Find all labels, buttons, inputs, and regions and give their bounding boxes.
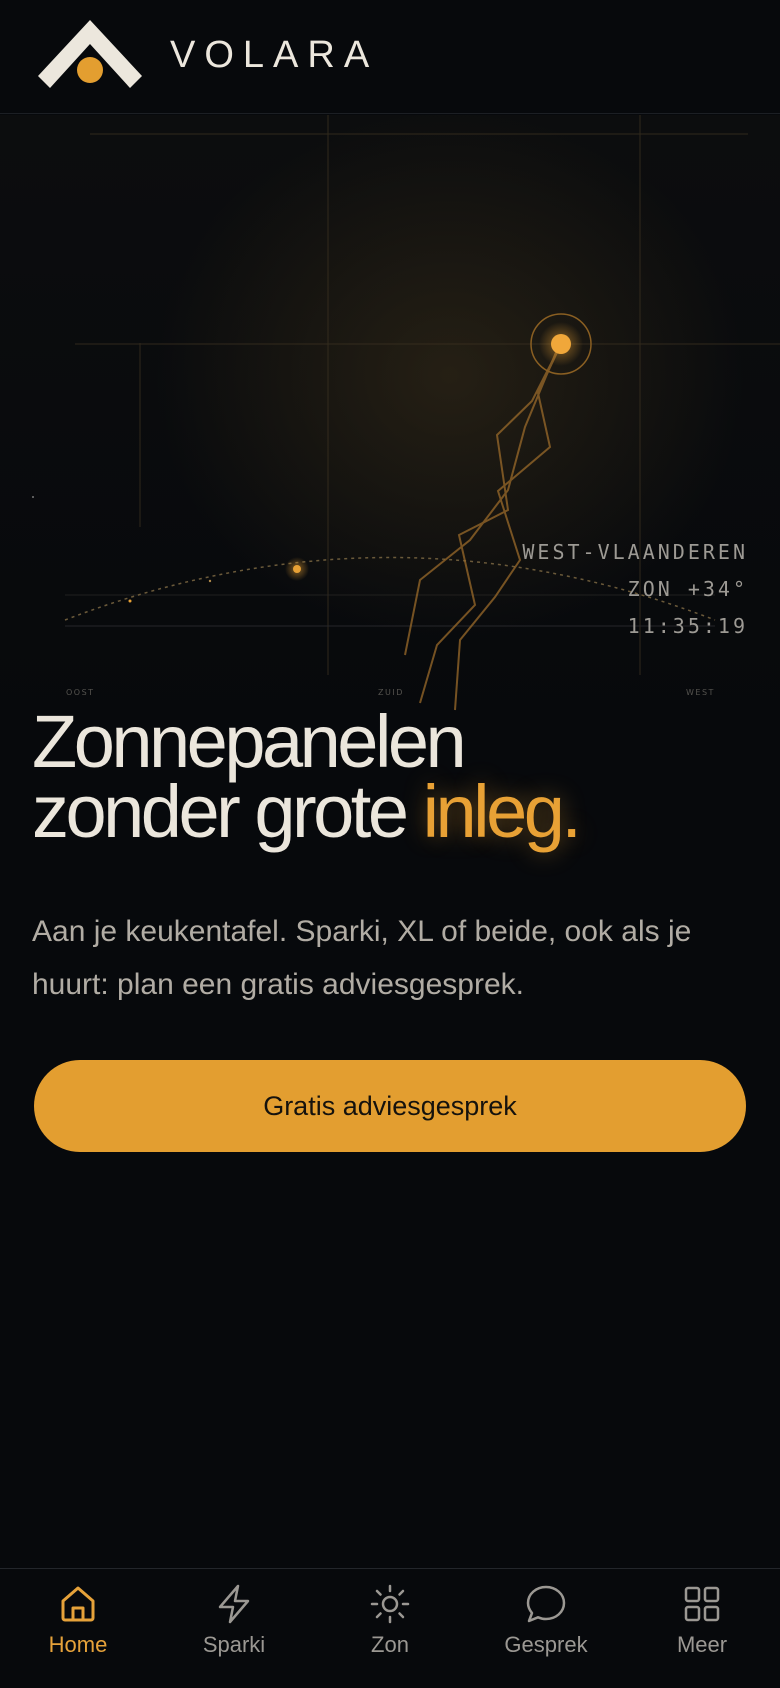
lightning-icon <box>218 1584 250 1624</box>
nav-label-sparki: Sparki <box>202 1632 266 1657</box>
cta-consultation-button[interactable]: Gratis adviesgesprek <box>34 1060 746 1152</box>
nav-item-home[interactable]: Home <box>0 1569 156 1688</box>
volara-logo-icon[interactable] <box>38 20 142 92</box>
hero-section: WEST-VLAANDEREN ZON +34° 11:35:19 OOST Z… <box>0 115 780 1568</box>
nav-label-home: Home <box>48 1632 108 1657</box>
grid-icon <box>684 1586 720 1622</box>
axis-label-east: OOST <box>66 688 95 697</box>
nav-label-meer: Meer <box>676 1632 728 1657</box>
app-screen: VOLARA WEST-VLAANDEREN ZON +34° 11:35:19… <box>0 0 780 1688</box>
bottom-nav: Home Sparki Zon Gesprek Meer <box>0 1568 780 1688</box>
headline-line-1: Zonnepanelen <box>32 700 467 783</box>
nav-item-zon[interactable]: Zon <box>312 1569 468 1688</box>
region-label: WEST-VLAANDEREN <box>522 540 748 564</box>
headline-line-2: zonder grote inleg. <box>32 775 752 849</box>
clock-label: 11:35:19 <box>627 614 748 638</box>
chat-icon <box>526 1585 566 1623</box>
nav-label-gesprek: Gesprek <box>504 1632 588 1657</box>
sun-icon <box>370 1584 410 1624</box>
hero-subtext: Aan je keukentafel. Sparki, XL of beide,… <box>32 915 692 1001</box>
top-header: VOLARA <box>0 0 780 114</box>
brand-name: VOLARA <box>170 34 379 76</box>
sun-arc <box>64 556 716 621</box>
axis-label-west: WEST <box>686 688 715 697</box>
sun-altitude-label: ZON +34° <box>627 577 748 601</box>
nav-item-gesprek[interactable]: Gesprek <box>468 1569 624 1688</box>
headline-line-2-text: zonder grote <box>32 770 423 853</box>
axis-label-south: ZUID <box>378 688 404 697</box>
headline-accent: inleg. <box>422 770 582 853</box>
nav-item-meer[interactable]: Meer <box>624 1569 780 1688</box>
home-icon <box>61 1586 95 1622</box>
hero-headline: Zonnepanelen zonder grote inleg. <box>32 700 752 849</box>
nav-item-sparki[interactable]: Sparki <box>156 1569 312 1688</box>
nav-label-zon: Zon <box>371 1632 409 1657</box>
